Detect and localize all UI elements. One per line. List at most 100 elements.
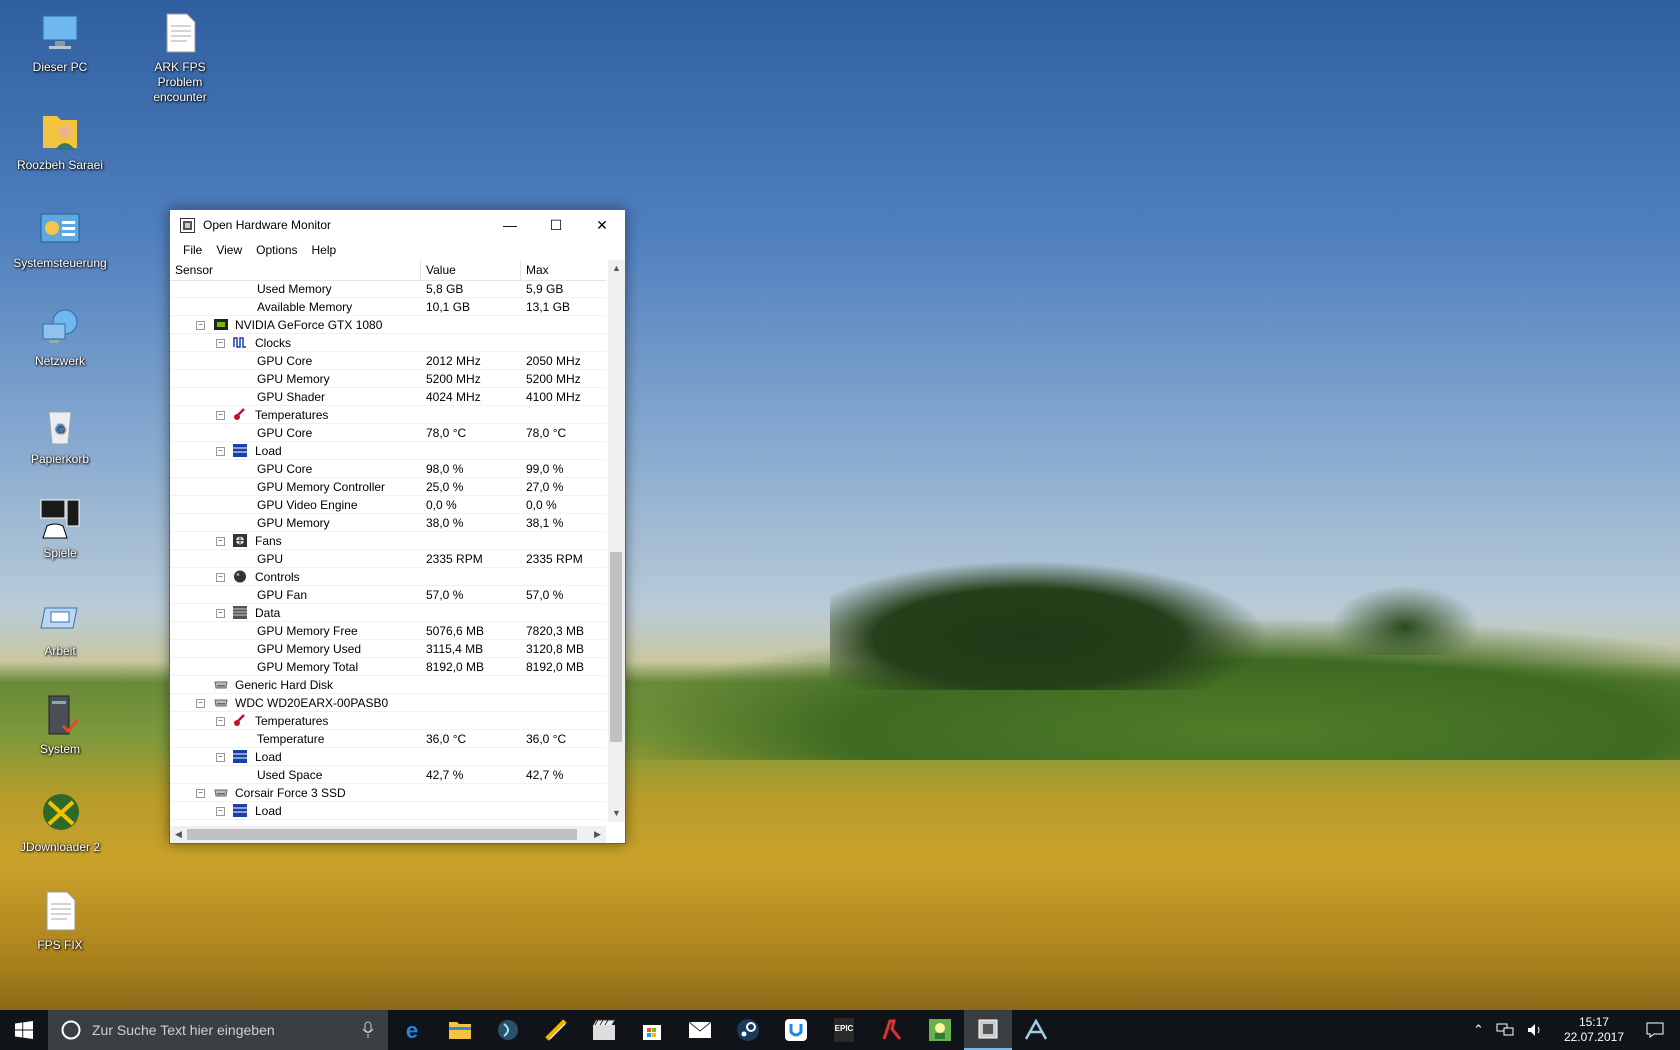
hardware-row-wdc[interactable]: − WDC WD20EARX-00PASB0	[170, 694, 606, 712]
collapse-toggle[interactable]: −	[216, 447, 225, 456]
sensor-row[interactable]: GPU Shader 4024 MHz 4100 MHz	[170, 388, 606, 406]
taskbar-ark[interactable]	[1012, 1010, 1060, 1050]
group-row-data[interactable]: − Data	[170, 604, 606, 622]
group-row-load[interactable]: − Load	[170, 442, 606, 460]
collapse-toggle[interactable]: −	[196, 699, 205, 708]
group-row-temperatures[interactable]: − Temperatures	[170, 712, 606, 730]
sensor-row[interactable]: GPU 2335 RPM 2335 RPM	[170, 550, 606, 568]
menu-options[interactable]: Options	[249, 243, 304, 257]
chevron-up-icon[interactable]: ⌃	[1473, 1022, 1484, 1038]
sensor-row[interactable]: GPU Memory 5200 MHz 5200 MHz	[170, 370, 606, 388]
hardware-row-generic-disk[interactable]: Generic Hard Disk	[170, 676, 606, 694]
desktop-icon-user-folder[interactable]: Roozbeh Saraei	[12, 108, 108, 173]
sensor-row[interactable]: GPU Video Engine 0,0 % 0,0 %	[170, 496, 606, 514]
group-row-clocks[interactable]: − Clocks	[170, 334, 606, 352]
collapse-toggle[interactable]: −	[216, 537, 225, 546]
collapse-toggle[interactable]: −	[196, 789, 205, 798]
desktop-icon-this-pc[interactable]: Dieser PC	[12, 10, 108, 75]
taskbar-app-3[interactable]	[484, 1010, 532, 1050]
menu-view[interactable]: View	[209, 243, 249, 257]
search-box[interactable]: Zur Suche Text hier eingeben	[48, 1010, 388, 1050]
vertical-scrollbar[interactable]: ▲ ▼	[608, 260, 625, 822]
taskbar-uplay[interactable]	[772, 1010, 820, 1050]
scroll-thumb[interactable]	[610, 552, 622, 742]
sensor-row[interactable]: GPU Memory Free 5076,6 MB 7820,3 MB	[170, 622, 606, 640]
scroll-right-icon[interactable]: ▶	[589, 826, 606, 843]
collapse-toggle[interactable]: −	[216, 753, 225, 762]
sensor-row[interactable]: GPU Memory Total 8192,0 MB 8192,0 MB	[170, 658, 606, 676]
menu-file[interactable]: File	[176, 243, 209, 257]
taskbar-open-hardware-monitor[interactable]	[964, 1010, 1012, 1050]
scroll-left-icon[interactable]: ◀	[170, 826, 187, 843]
scroll-up-icon[interactable]: ▲	[608, 260, 625, 277]
column-value[interactable]: Value	[421, 260, 521, 280]
hardware-row-corsair[interactable]: − Corsair Force 3 SSD	[170, 784, 606, 802]
sensor-row[interactable]: GPU Core 98,0 % 99,0 %	[170, 460, 606, 478]
group-row-load[interactable]: − Load	[170, 748, 606, 766]
hardware-row-gpu[interactable]: − NVIDIA GeForce GTX 1080	[170, 316, 606, 334]
desktop-icon-games[interactable]: Spiele	[12, 496, 108, 561]
taskbar-app-11[interactable]	[868, 1010, 916, 1050]
desktop-icon-system[interactable]: System	[12, 692, 108, 757]
ohm-window[interactable]: Open Hardware Monitor — ☐ ✕ File View Op…	[169, 209, 626, 844]
maximize-button[interactable]: ☐	[533, 210, 579, 240]
clock[interactable]: 15:17 22.07.2017	[1564, 1015, 1624, 1045]
sensor-row[interactable]: Used Memory 5,8 GB 5,9 GB	[170, 280, 606, 298]
scroll-thumb[interactable]	[187, 829, 577, 840]
group-row-temperatures[interactable]: − Temperatures	[170, 406, 606, 424]
sensor-row[interactable]: Available Memory 10,1 GB 13,1 GB	[170, 298, 606, 316]
taskbar-steam[interactable]	[724, 1010, 772, 1050]
sensor-row[interactable]: GPU Memory Used 3115,4 MB 3120,8 MB	[170, 640, 606, 658]
horizontal-scrollbar[interactable]: ◀ ▶	[170, 826, 606, 843]
desktop-icon-fps-fix[interactable]: FPS FIX	[12, 888, 108, 953]
taskbar-app-4[interactable]	[532, 1010, 580, 1050]
collapse-toggle[interactable]: −	[216, 807, 225, 816]
taskbar-explorer[interactable]	[436, 1010, 484, 1050]
menu-help[interactable]: Help	[305, 243, 344, 257]
sensor-row[interactable]: Temperature 36,0 °C 36,0 °C	[170, 730, 606, 748]
group-row-controls[interactable]: − Controls	[170, 568, 606, 586]
collapse-toggle[interactable]: −	[216, 609, 225, 618]
sensor-row[interactable]: GPU Memory 38,0 % 38,1 %	[170, 514, 606, 532]
taskbar-store[interactable]	[628, 1010, 676, 1050]
desktop-icon-work[interactable]: Arbeit	[12, 594, 108, 659]
load-icon	[233, 444, 247, 457]
desktop-icon-recycle-bin[interactable]: ♻ Papierkorb	[12, 402, 108, 467]
sensor-row[interactable]: GPU Memory Controller 25,0 % 27,0 %	[170, 478, 606, 496]
desktop-icon-ark-fps[interactable]: ARK FPS Problem encounter	[132, 10, 228, 105]
desktop-icon-jdownloader[interactable]: JDownloader 2	[12, 790, 108, 855]
taskbar-epic[interactable]: EPIC	[820, 1010, 868, 1050]
desktop-icon-label: Netzwerk	[34, 354, 85, 368]
collapse-toggle[interactable]: −	[216, 411, 225, 420]
collapse-toggle[interactable]: −	[196, 321, 205, 330]
scroll-down-icon[interactable]: ▼	[608, 805, 625, 822]
sensor-row[interactable]: Used Space 42,7 % 42,7 %	[170, 766, 606, 784]
collapse-toggle[interactable]: −	[216, 339, 225, 348]
sensor-row[interactable]: GPU Fan 57,0 % 57,0 %	[170, 586, 606, 604]
network-tray-icon[interactable]	[1496, 1022, 1514, 1038]
wallpaper-trees	[830, 560, 1270, 690]
minimize-button[interactable]: —	[487, 210, 533, 240]
desktop-icon-network[interactable]: Netzwerk	[12, 304, 108, 369]
start-button[interactable]	[0, 1010, 48, 1050]
volume-icon[interactable]	[1526, 1022, 1544, 1038]
column-max[interactable]: Max	[521, 260, 606, 280]
group-row-fans[interactable]: − Fans	[170, 532, 606, 550]
notification-icon[interactable]	[1646, 1021, 1664, 1039]
sensor-row[interactable]: GPU Core 2012 MHz 2050 MHz	[170, 352, 606, 370]
sensor-tree[interactable]: Used Memory 5,8 GB 5,9 GB Available Memory…	[170, 280, 606, 822]
desktop-icon-control-panel[interactable]: Systemsteuerung	[12, 206, 108, 271]
column-sensor[interactable]: Sensor	[170, 260, 421, 280]
collapse-toggle[interactable]: −	[216, 717, 225, 726]
taskbar-mail[interactable]	[676, 1010, 724, 1050]
microphone-icon[interactable]	[362, 1021, 374, 1039]
sensor-row[interactable]: GPU Core 78,0 °C 78,0 °C	[170, 424, 606, 442]
title-bar[interactable]: Open Hardware Monitor — ☐ ✕	[170, 210, 625, 240]
collapse-toggle[interactable]: −	[216, 573, 225, 582]
taskbar-edge[interactable]: e	[388, 1010, 436, 1050]
taskbar-app-5[interactable]	[580, 1010, 628, 1050]
taskbar-app-12[interactable]	[916, 1010, 964, 1050]
close-button[interactable]: ✕	[579, 210, 625, 240]
data-icon	[233, 606, 247, 619]
group-row-load[interactable]: − Load	[170, 802, 606, 820]
